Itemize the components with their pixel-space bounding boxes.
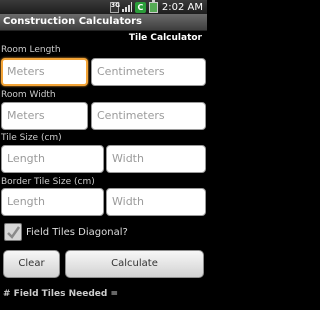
- checkmark-icon: [7, 226, 21, 239]
- clock: 2:02 AM: [161, 1, 203, 13]
- app-notification-icon: C: [134, 1, 146, 13]
- room-width-centimeters-input[interactable]: Centimeters: [91, 102, 206, 130]
- border-tile-size-label: Border Tile Size (cm): [1, 177, 95, 187]
- room-width-label: Room Width: [1, 90, 56, 100]
- tile-width-input[interactable]: Width: [106, 145, 206, 173]
- status-bar: 3G C 2:02 AM: [0, 0, 207, 14]
- tile-size-label: Tile Size (cm): [1, 133, 62, 143]
- room-length-meters-input[interactable]: Meters: [1, 58, 88, 86]
- room-length-centimeters-input[interactable]: Centimeters: [91, 58, 206, 86]
- app-title-bar: Construction Calculators: [0, 14, 207, 31]
- diagonal-checkbox[interactable]: [4, 223, 22, 241]
- room-width-meters-input[interactable]: Meters: [1, 102, 88, 130]
- border-tile-length-input[interactable]: Length: [1, 188, 104, 216]
- signal-strength-icon: [121, 2, 132, 12]
- screen-title: Tile Calculator: [128, 33, 202, 43]
- calculate-button[interactable]: Calculate: [65, 250, 204, 278]
- network-3g-icon: 3G: [109, 1, 120, 13]
- app-title: Construction Calculators: [3, 16, 142, 27]
- clear-button[interactable]: Clear: [3, 250, 60, 278]
- room-length-label: Room Length: [1, 45, 61, 55]
- field-tiles-result: # Field Tiles Needed =: [3, 289, 118, 299]
- tile-length-input[interactable]: Length: [1, 145, 104, 173]
- battery-icon: [148, 0, 158, 13]
- border-tile-width-input[interactable]: Width: [106, 188, 206, 216]
- diagonal-label[interactable]: Field Tiles Diagonal?: [26, 227, 128, 238]
